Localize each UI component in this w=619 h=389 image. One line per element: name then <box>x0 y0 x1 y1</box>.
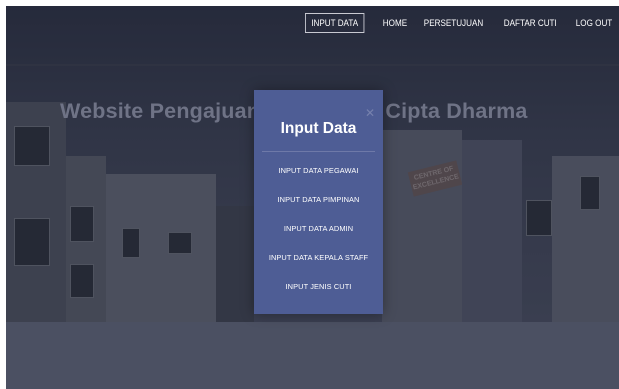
top-nav: INPUT DATA HOME PERSETUJUAN DAFTAR CUTI … <box>304 13 619 33</box>
nav-log-out[interactable]: LOG OUT <box>574 14 614 32</box>
link-input-jenis-cuti[interactable]: INPUT JENIS CUTI <box>254 282 383 311</box>
page-frame: CENTRE OF EXCELLENCE Website Pengajuan C… <box>6 6 619 389</box>
nav-input-data[interactable]: INPUT DATA <box>304 13 365 33</box>
modal-title: Input Data <box>280 120 357 137</box>
nav-persetujuan[interactable]: PERSETUJUAN <box>422 14 485 32</box>
nav-home[interactable]: HOME <box>381 14 409 32</box>
link-input-data-pimpinan[interactable]: INPUT DATA PIMPINAN <box>254 195 383 224</box>
close-icon[interactable]: ✕ <box>365 106 375 120</box>
link-input-data-admin[interactable]: INPUT DATA ADMIN <box>254 224 383 253</box>
input-data-modal: ✕ Input Data INPUT DATA PEGAWAI INPUT DA… <box>254 90 383 314</box>
nav-daftar-cuti[interactable]: DAFTAR CUTI <box>502 14 559 32</box>
modal-divider <box>262 151 375 152</box>
link-input-data-kepala-staff[interactable]: INPUT DATA KEPALA STAFF <box>254 253 383 282</box>
modal-link-list: INPUT DATA PEGAWAI INPUT DATA PIMPINAN I… <box>254 166 383 311</box>
footer-area <box>6 322 619 389</box>
link-input-data-pegawai[interactable]: INPUT DATA PEGAWAI <box>254 166 383 195</box>
